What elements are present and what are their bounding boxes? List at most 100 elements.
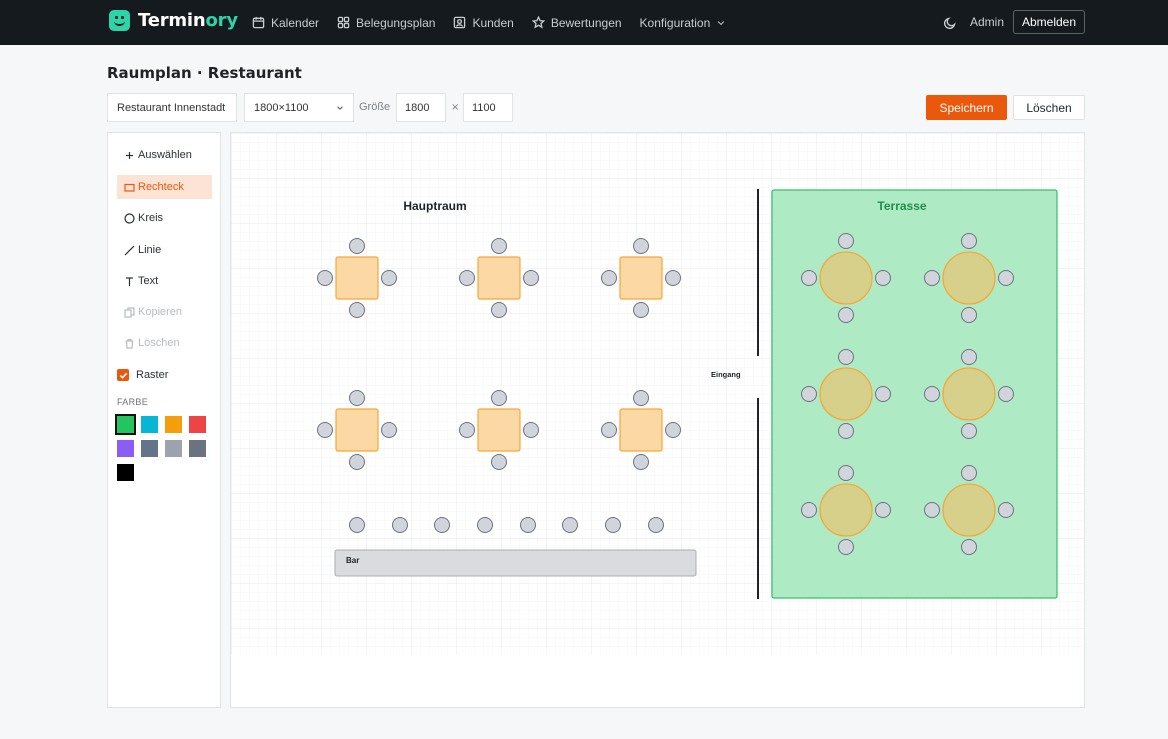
seat[interactable] <box>434 517 450 533</box>
nav-bewertungen[interactable]: Bewertungen <box>531 16 622 30</box>
seat[interactable] <box>838 307 854 323</box>
dark-mode-toggle[interactable] <box>943 15 957 30</box>
seat[interactable] <box>801 502 817 518</box>
round-table[interactable] <box>942 483 996 537</box>
seat[interactable] <box>838 465 854 481</box>
seat[interactable] <box>961 233 977 249</box>
color-swatch[interactable] <box>117 464 134 481</box>
seat[interactable] <box>562 517 578 533</box>
seat[interactable] <box>601 270 617 286</box>
nav-kunden[interactable]: Kunden <box>453 16 514 30</box>
nav-konfiguration[interactable]: Konfiguration <box>640 16 727 30</box>
seat[interactable] <box>317 422 333 438</box>
seat[interactable] <box>838 539 854 555</box>
logout-button[interactable]: Abmelden <box>1013 10 1085 34</box>
seat[interactable] <box>381 422 397 438</box>
seat[interactable] <box>961 307 977 323</box>
seat[interactable] <box>520 517 536 533</box>
grid-toggle[interactable]: Raster <box>117 369 168 381</box>
grid-checkbox[interactable] <box>117 369 129 381</box>
tool-rectangle[interactable]: Rechteck <box>117 175 212 199</box>
seat[interactable] <box>838 423 854 439</box>
seat[interactable] <box>633 454 649 470</box>
tool-copy[interactable]: Kopieren <box>117 300 212 324</box>
delete-plan-button[interactable]: Löschen <box>1013 95 1085 120</box>
bar-counter[interactable] <box>334 549 697 577</box>
seat[interactable] <box>491 238 507 254</box>
color-swatch[interactable] <box>141 416 158 433</box>
seat[interactable] <box>523 270 539 286</box>
seat[interactable] <box>477 517 493 533</box>
seat[interactable] <box>601 422 617 438</box>
seat[interactable] <box>459 422 475 438</box>
seat[interactable] <box>633 302 649 318</box>
floorplan-svg[interactable]: Terrasse Eingang Hauptraum Bar <box>231 133 1085 708</box>
seat[interactable] <box>998 386 1014 402</box>
seat[interactable] <box>349 454 365 470</box>
seat[interactable] <box>491 302 507 318</box>
tool-select[interactable]: Auswählen <box>117 143 212 167</box>
seat[interactable] <box>924 502 940 518</box>
tool-circle[interactable]: Kreis <box>117 206 212 230</box>
color-swatch[interactable] <box>115 414 136 435</box>
color-swatch[interactable] <box>189 440 206 457</box>
seat[interactable] <box>633 238 649 254</box>
seat[interactable] <box>317 270 333 286</box>
seat[interactable] <box>875 502 891 518</box>
seat[interactable] <box>801 270 817 286</box>
round-table[interactable] <box>942 367 996 421</box>
seat[interactable] <box>801 386 817 402</box>
seat[interactable] <box>605 517 621 533</box>
logo[interactable]: Terminory <box>109 10 238 31</box>
seat[interactable] <box>924 386 940 402</box>
tool-line[interactable]: Linie <box>117 238 212 262</box>
color-swatch[interactable] <box>165 416 182 433</box>
seat[interactable] <box>875 270 891 286</box>
nav-belegungsplan[interactable]: Belegungsplan <box>337 16 435 30</box>
round-table[interactable] <box>819 483 873 537</box>
seat[interactable] <box>838 233 854 249</box>
height-input[interactable]: 1100 <box>463 93 513 122</box>
color-swatch[interactable] <box>117 440 134 457</box>
round-table[interactable] <box>819 251 873 305</box>
room-select[interactable]: Restaurant Innenstadt <box>107 93 237 122</box>
save-button[interactable]: Speichern <box>926 95 1007 120</box>
seat[interactable] <box>648 517 664 533</box>
seat[interactable] <box>491 390 507 406</box>
seat[interactable] <box>381 270 397 286</box>
square-table[interactable] <box>619 256 663 300</box>
square-table[interactable] <box>335 408 379 452</box>
size-preset-select[interactable]: 1800×1100 <box>244 93 354 122</box>
seat[interactable] <box>392 517 408 533</box>
round-table[interactable] <box>942 251 996 305</box>
seat[interactable] <box>665 422 681 438</box>
square-table[interactable] <box>477 256 521 300</box>
seat[interactable] <box>523 422 539 438</box>
square-table[interactable] <box>335 256 379 300</box>
seat[interactable] <box>998 502 1014 518</box>
seat[interactable] <box>998 270 1014 286</box>
seat[interactable] <box>349 390 365 406</box>
color-swatch[interactable] <box>165 440 182 457</box>
seat[interactable] <box>924 270 940 286</box>
width-input[interactable]: 1800 <box>396 93 446 122</box>
round-table[interactable] <box>819 367 873 421</box>
seat[interactable] <box>665 270 681 286</box>
seat[interactable] <box>961 539 977 555</box>
seat[interactable] <box>349 238 365 254</box>
seat[interactable] <box>961 423 977 439</box>
seat[interactable] <box>838 349 854 365</box>
floorplan-canvas[interactable]: Terrasse Eingang Hauptraum Bar <box>230 132 1085 708</box>
tool-delete[interactable]: Löschen <box>117 331 212 355</box>
seat[interactable] <box>633 390 649 406</box>
seat[interactable] <box>961 349 977 365</box>
square-table[interactable] <box>619 408 663 452</box>
seat[interactable] <box>491 454 507 470</box>
tool-text[interactable]: Text <box>117 269 212 293</box>
seat[interactable] <box>349 517 365 533</box>
seat[interactable] <box>961 465 977 481</box>
color-swatch[interactable] <box>141 440 158 457</box>
nav-kalender[interactable]: Kalender <box>252 16 319 30</box>
seat[interactable] <box>875 386 891 402</box>
seat[interactable] <box>349 302 365 318</box>
